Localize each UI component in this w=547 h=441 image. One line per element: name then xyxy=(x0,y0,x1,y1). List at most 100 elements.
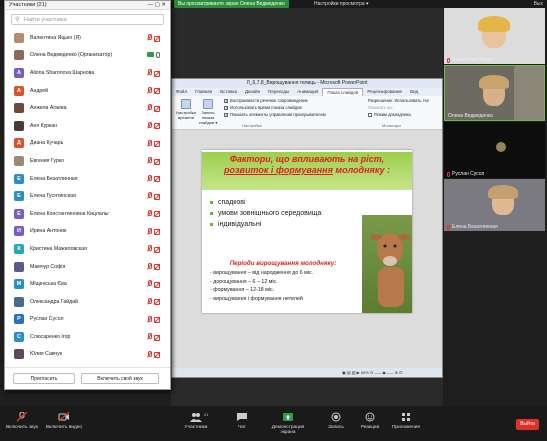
participants-button[interactable]: 21 Участники xyxy=(176,412,216,430)
rehearse-timings-button[interactable]: Настройка времени xyxy=(176,99,196,120)
reactions-button[interactable]: Реакции xyxy=(350,412,390,430)
record-show-button[interactable]: Запись показа слайдов ▾ xyxy=(198,99,218,125)
participant-row[interactable]: М Міщенська Єва xyxy=(5,275,170,293)
ppt-tab[interactable]: Файл xyxy=(172,88,191,96)
participant-row[interactable]: Е Елена Константиновна Кицлалы xyxy=(5,205,170,223)
narration-checkbox[interactable]: ✓ Воспроизвести речевое сопровождение xyxy=(224,98,308,103)
unmute-button[interactable]: Включить звук xyxy=(2,411,42,430)
participant-row[interactable]: Олександра Гайдай xyxy=(5,293,170,311)
participant-row[interactable]: Е Елена Гусятинская xyxy=(5,187,170,205)
ppt-tab[interactable]: Дизайн xyxy=(241,88,264,96)
participant-row[interactable]: Мамчур Софія xyxy=(5,258,170,276)
mic-muted-icon xyxy=(447,224,450,230)
mic-muted-icon xyxy=(447,57,450,63)
narration-label: Воспроизвести речевое сопровождение xyxy=(230,98,308,103)
ppt-tab[interactable]: Рецензирование xyxy=(363,88,406,96)
video-off-icon xyxy=(154,70,160,77)
participant-search-input[interactable]: ⚲ Найти участника xyxy=(11,14,164,25)
calf-photo xyxy=(362,215,412,313)
participant-row[interactable]: Е Елена Безатлинная xyxy=(5,170,170,188)
panel-window-controls[interactable]: — ▢ ✕ xyxy=(148,1,166,9)
period-item: - вирощування – від народження до 6 міс. xyxy=(210,270,314,276)
ppt-tab[interactable]: Переходы xyxy=(264,88,293,96)
timings-label: Использовать время показа слайдов xyxy=(230,105,302,110)
video-tile-name: Валентина Яцько xyxy=(447,57,493,63)
view-options-menu[interactable]: Настройки просмотра ▾ xyxy=(314,0,369,8)
avatar xyxy=(14,120,24,131)
participant-row[interactable]: И Ирина Антоник xyxy=(5,223,170,241)
participant-status-icons xyxy=(146,315,160,323)
participant-row[interactable]: A Aliona Sharonova Шарнова xyxy=(5,64,170,82)
video-off-icon xyxy=(154,158,160,165)
screen-share-badge[interactable]: Вы просматриваете экран Олена Ведмеденко xyxy=(174,0,289,8)
video-tile-olena[interactable]: Олена Ведмеденко xyxy=(444,65,545,121)
ppt-tab[interactable]: Показ слайдов xyxy=(322,88,364,96)
participants-title-bar: Участники (21) — ▢ ✕ xyxy=(5,1,170,10)
avatar: И xyxy=(14,226,24,237)
video-tile-valentyna[interactable]: Валентина Яцько xyxy=(444,8,545,64)
invite-button[interactable]: Пригласить xyxy=(13,373,75,384)
participant-row[interactable]: Валентина Яцько (Я) xyxy=(5,29,170,47)
avatar: А xyxy=(14,85,24,96)
apps-button[interactable]: Приложения xyxy=(386,412,426,430)
leave-meeting-button[interactable]: Выйти xyxy=(516,419,539,430)
participant-row[interactable]: К Кристина Мажиловская xyxy=(5,240,170,258)
video-name-1: Олена Ведмеденко xyxy=(448,113,493,119)
slide[interactable]: Фактори, що впливають на ріст, розвиток … xyxy=(202,150,412,313)
resolution-select[interactable]: Разрешение: Использовать тек xyxy=(368,98,429,103)
mic-muted-icon xyxy=(146,174,152,182)
mic-muted-icon xyxy=(146,227,152,235)
participant-row[interactable]: Р Руслан Сусол xyxy=(5,311,170,329)
start-video-button[interactable]: Включить видео xyxy=(44,411,84,430)
mic-muted-icon xyxy=(146,262,152,270)
mic-on-icon xyxy=(156,51,160,58)
participant-row[interactable]: Аня Куркан xyxy=(5,117,170,135)
timings-checkbox[interactable]: ✓ Использовать время показа слайдов xyxy=(224,105,302,110)
ppt-tab[interactable]: Вид xyxy=(406,88,422,96)
fullscreen-exit-button[interactable]: Вых xyxy=(534,0,543,8)
participant-name: Анжела Агаева xyxy=(30,105,67,112)
rehearse-label: Настройка времени xyxy=(176,110,196,120)
unmute-self-button[interactable]: Включить свой звук xyxy=(81,373,159,384)
presenter-view-checkbox[interactable]: Режим докладчика xyxy=(368,112,411,117)
periods-title: Періоди вирощування молодняку: xyxy=(229,260,337,267)
participant-status-icons xyxy=(146,333,160,341)
ppt-tab[interactable]: Анимация xyxy=(293,88,322,96)
avatar: С xyxy=(14,331,24,342)
ppt-status-bar[interactable]: ▣ ▤ ▥ ▶ 65% ⊖ ——◆—— ⊕ ⊡ xyxy=(172,368,442,377)
ppt-tab[interactable]: Главная xyxy=(191,88,216,96)
participant-row[interactable]: А Андрей xyxy=(5,82,170,100)
video-off-icon xyxy=(154,105,160,112)
video-off-icon xyxy=(154,351,160,359)
participant-status-icons xyxy=(146,209,160,218)
period-item: - дорощування – 6 – 12 міс. xyxy=(210,278,278,285)
participant-name: Елена Безатлинная xyxy=(30,175,78,182)
share-screen-icon xyxy=(282,412,294,422)
participant-row[interactable]: Олена Ведмеденко (Организатор) xyxy=(5,47,170,65)
participant-row[interactable]: Анжела Агаева xyxy=(5,99,170,117)
video-tile-elena[interactable]: Елена Безатлинная xyxy=(444,179,545,231)
participant-name: Кристина Мажиловская xyxy=(30,245,87,252)
participant-row[interactable]: С Слюсаренко Ігор xyxy=(5,328,170,346)
slide-canvas: Фактори, що впливають на ріст, розвиток … xyxy=(172,130,442,368)
share-screen-button[interactable]: Демонстрация экрана xyxy=(268,412,308,435)
mic-muted-icon xyxy=(146,121,152,129)
ppt-ribbon: Настройка времени Запись показа слайдов … xyxy=(172,96,442,130)
media-controls-checkbox[interactable]: ✓ Показать элементы управления проигрыват… xyxy=(224,112,326,117)
participant-row[interactable]: Евгения Гурко xyxy=(5,152,170,170)
participant-list: Валентина Яцько (Я) Олена Ведмеденко (Орг… xyxy=(5,29,170,363)
participant-row[interactable]: Д Диана Кучарь xyxy=(5,135,170,153)
record-icon xyxy=(330,412,342,422)
mic-muted-icon xyxy=(146,245,152,252)
participants-panel: Участники (21) — ▢ ✕ ⚲ Найти участника В… xyxy=(4,0,171,390)
participant-row[interactable]: Юлия Савчук xyxy=(5,346,170,364)
ppt-tab[interactable]: Вставка xyxy=(216,88,241,96)
show-on-select[interactable]: Показать на: xyxy=(368,105,393,110)
participant-name: Міщенська Єва xyxy=(30,281,67,288)
avatar xyxy=(14,50,24,61)
window-controls[interactable]: Вых xyxy=(534,0,543,8)
video-off-icon xyxy=(154,281,160,288)
chat-button[interactable]: Чат xyxy=(222,412,262,430)
video-tile-ruslan[interactable]: Руслан Сусол xyxy=(444,122,545,178)
reactions-label: Реакции xyxy=(360,425,380,430)
